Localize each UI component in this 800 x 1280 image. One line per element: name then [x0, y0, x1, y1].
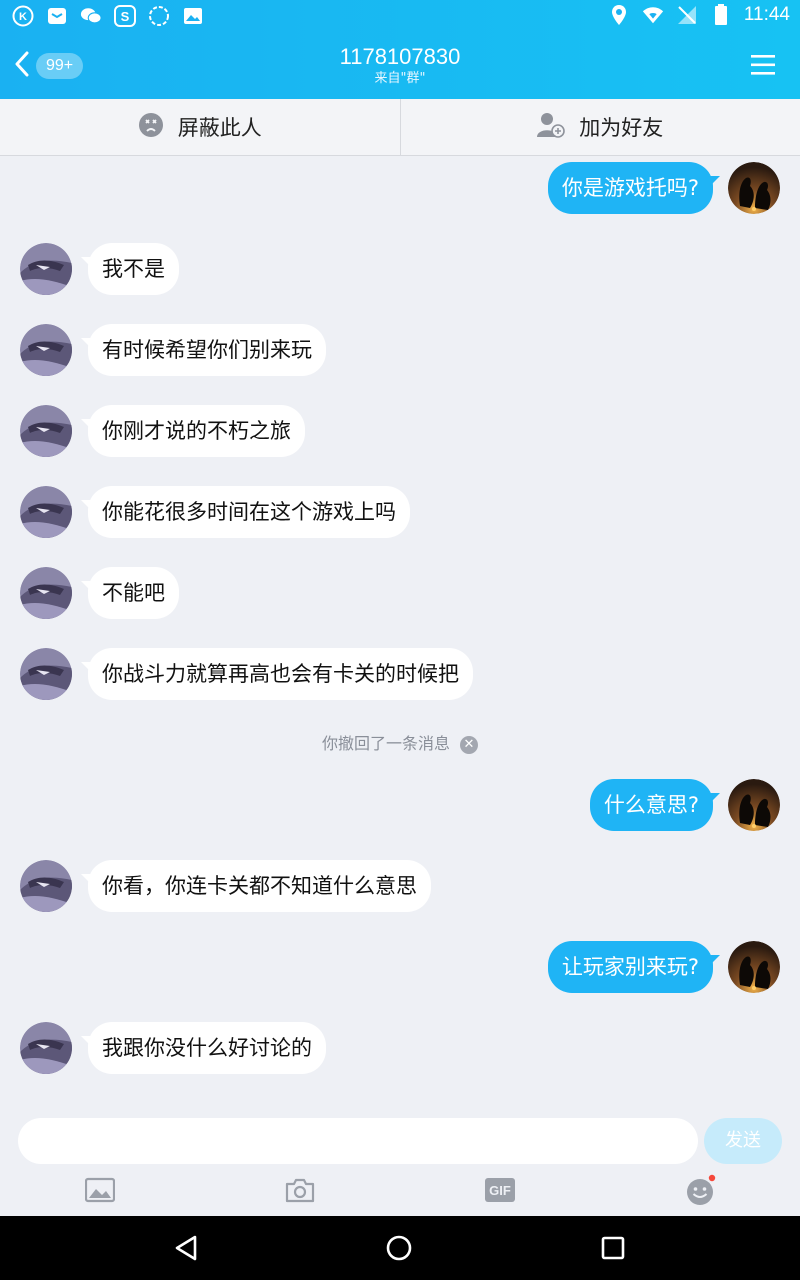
system-nav-bar	[0, 1216, 800, 1280]
mail-icon	[46, 5, 68, 27]
status-bar: K S 11:44	[0, 0, 800, 32]
top-bar: K S 11:44 99+ 1178107830 来自"群"	[0, 0, 800, 99]
svg-text:GIF: GIF	[489, 1183, 511, 1198]
recall-notice-text: 你撤回了一条消息	[321, 734, 450, 753]
nav-home-button[interactable]	[383, 1232, 415, 1264]
gif-icon: GIF	[484, 1177, 516, 1207]
title-bar: 99+ 1178107830 来自"群"	[0, 32, 800, 99]
wifi-icon	[642, 4, 664, 26]
nav-back-button[interactable]	[171, 1232, 203, 1264]
add-person-icon	[537, 112, 566, 143]
gif-button[interactable]: GIF	[484, 1176, 516, 1208]
contact-avatar[interactable]	[20, 860, 72, 912]
my-avatar[interactable]	[728, 779, 780, 831]
block-user-button[interactable]: 屏蔽此人	[0, 99, 400, 155]
emoji-button[interactable]	[684, 1174, 716, 1210]
triangle-back-icon	[171, 1235, 203, 1268]
contact-avatar[interactable]	[20, 324, 72, 376]
message-bubble-sent[interactable]: 让玩家别来玩?	[547, 941, 721, 993]
input-toolbar: GIF	[0, 1172, 800, 1212]
back-button[interactable]: 99+	[14, 50, 94, 82]
message-bubble-sent[interactable]: 什么意思?	[589, 779, 721, 831]
contact-avatar[interactable]	[20, 405, 72, 457]
chat-title: 1178107830 来自"群"	[200, 44, 600, 88]
image-icon	[84, 1177, 116, 1207]
message-bubble-received[interactable]: 你刚才说的不朽之旅	[81, 405, 305, 457]
message-bubble-received[interactable]: 你能花很多时间在这个游戏上吗	[81, 486, 410, 538]
add-friend-label: 加为好友	[579, 116, 664, 140]
block-user-label: 屏蔽此人	[177, 116, 262, 140]
app-s-icon: S	[114, 5, 136, 27]
page-subtitle: 来自"群"	[374, 71, 426, 86]
input-area: 发送 GIF	[0, 1100, 800, 1216]
contact-avatar[interactable]	[20, 648, 72, 700]
add-friend-button[interactable]: 加为好友	[399, 99, 800, 155]
camera-button[interactable]	[284, 1176, 316, 1208]
my-avatar[interactable]	[728, 941, 780, 993]
my-avatar[interactable]	[728, 162, 780, 214]
contact-avatar[interactable]	[20, 486, 72, 538]
camera-icon	[285, 1177, 315, 1207]
block-face-icon	[138, 112, 164, 143]
action-bar: 屏蔽此人 加为好友	[0, 99, 800, 156]
notification-dot	[708, 1174, 716, 1182]
photo-button[interactable]	[84, 1176, 116, 1208]
nav-recents-button[interactable]	[597, 1232, 629, 1264]
send-button[interactable]: 发送	[704, 1118, 782, 1164]
contact-avatar[interactable]	[20, 243, 72, 295]
message-bubble-received[interactable]: 我不是	[81, 243, 179, 295]
menu-button[interactable]	[750, 52, 776, 78]
square-recents-icon	[597, 1236, 629, 1268]
message-bubble-received[interactable]: 有时候希望你们别来玩	[81, 324, 326, 376]
status-time: 11:44	[743, 4, 790, 25]
message-bubble-sent[interactable]: 你是游戏托吗?	[547, 162, 721, 214]
kugou-icon: K	[12, 5, 34, 27]
wechat-icon	[80, 5, 102, 27]
message-bubble-received[interactable]: 你战斗力就算再高也会有卡关的时候把	[81, 648, 473, 700]
svg-text:K: K	[19, 11, 27, 23]
contact-avatar[interactable]	[20, 567, 72, 619]
message-bubble-received[interactable]: 你看，你连卡关都不知道什么意思	[81, 860, 431, 912]
circle-home-icon	[383, 1235, 415, 1268]
battery-icon	[710, 4, 732, 26]
close-icon[interactable]: ✕	[460, 735, 478, 754]
gallery-icon	[182, 5, 204, 27]
contact-avatar[interactable]	[20, 1022, 72, 1074]
message-input[interactable]	[18, 1118, 698, 1164]
recall-notice: 你撤回了一条消息 ✕	[0, 730, 800, 754]
chat-history[interactable]: 你是游戏托吗? 我不是 有时候希望你们别来玩 你刚才说的不朽之旅 你能花很多时间…	[0, 156, 800, 1100]
unread-badge: 99+	[36, 53, 84, 79]
page-title: 1178107830	[339, 44, 461, 69]
svg-text:S: S	[121, 9, 130, 24]
message-bubble-received[interactable]: 不能吧	[81, 567, 179, 619]
hamburger-icon	[750, 55, 776, 82]
message-bubble-received[interactable]: 我跟你没什么好讨论的	[81, 1022, 326, 1074]
emoji-icon	[684, 1174, 716, 1210]
no-sim-icon	[676, 4, 698, 26]
location-icon	[608, 4, 630, 26]
chevron-left-icon	[14, 51, 30, 81]
loading-circle-icon	[148, 5, 170, 27]
